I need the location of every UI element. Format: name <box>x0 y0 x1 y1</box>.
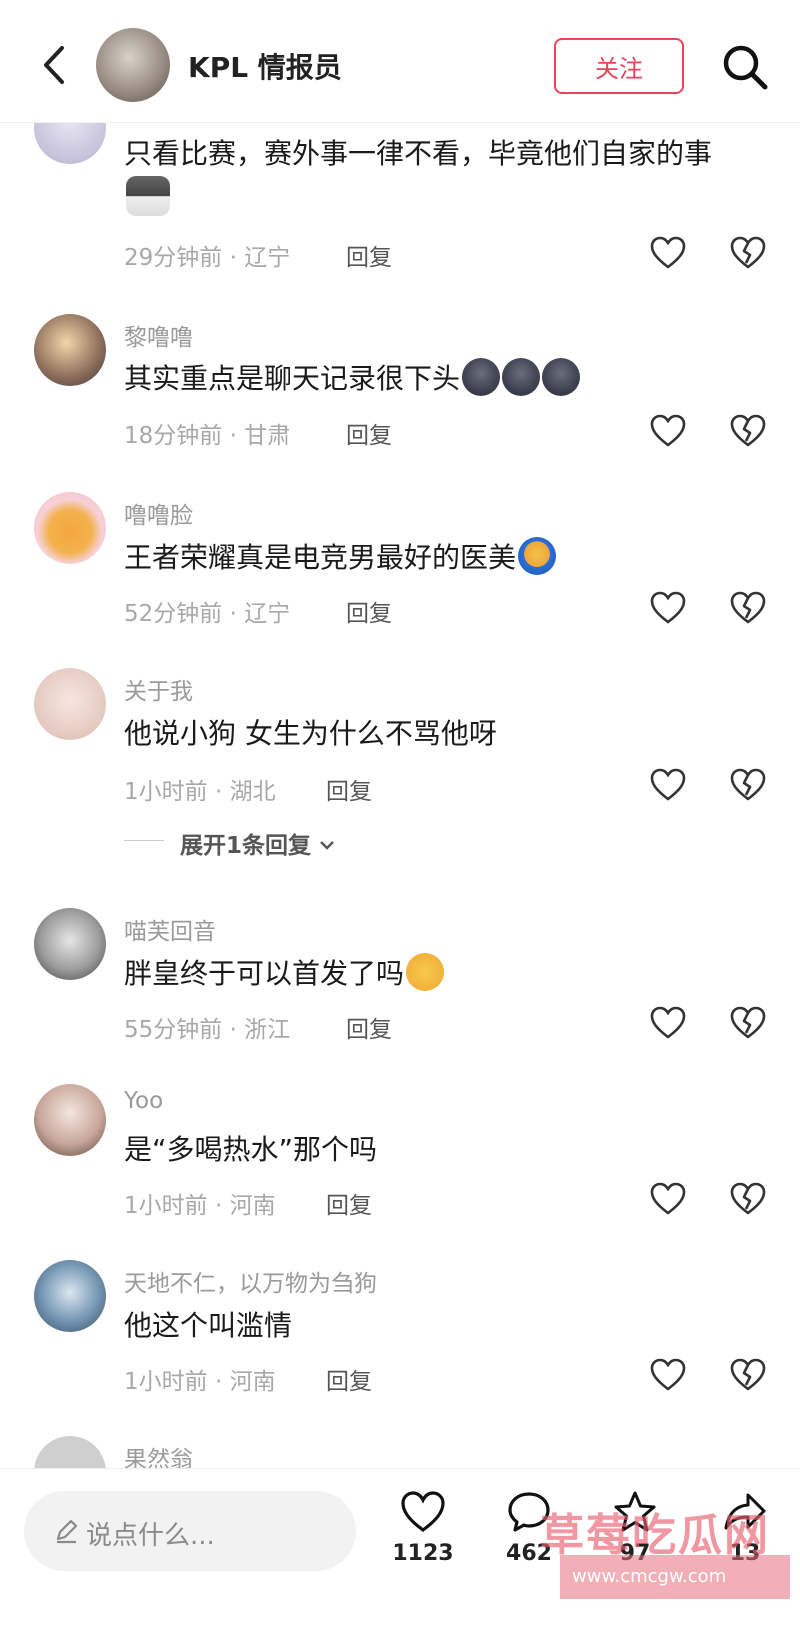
broken-heart-icon[interactable] <box>730 1358 766 1392</box>
commenter-avatar[interactable] <box>34 1260 106 1332</box>
comment-input-placeholder: 说点什么... <box>86 1521 215 1551</box>
heart-icon[interactable] <box>650 1006 686 1040</box>
comment-input[interactable]: 说点什么... <box>24 1491 356 1571</box>
commenter-avatar[interactable] <box>34 314 106 386</box>
chevron-down-icon <box>320 841 334 850</box>
comment-time-location: 1小时前 · 河南 <box>124 1193 276 1219</box>
reply-button[interactable]: 回复 <box>346 594 392 628</box>
comment-text: 王者荣耀真是电竞男最好的医美 <box>124 536 764 580</box>
reply-button[interactable]: 回复 <box>346 1010 392 1044</box>
commenter-avatar[interactable] <box>34 492 106 564</box>
expand-divider <box>124 840 164 841</box>
reply-button[interactable]: 回复 <box>346 416 392 450</box>
reply-button[interactable]: 回复 <box>346 238 392 272</box>
commenter-name[interactable]: 黎噜噜 <box>124 318 193 352</box>
top-bar: KPL 情报员 关注 <box>0 0 800 123</box>
heart-icon[interactable] <box>650 414 686 448</box>
comment-text: 胖皇终于可以首发了吗 <box>124 952 764 996</box>
heart-icon[interactable] <box>650 236 686 270</box>
back-arrow-icon[interactable] <box>36 40 76 90</box>
wolf-emoji-icon <box>126 176 170 216</box>
pencil-icon <box>56 1519 78 1544</box>
comment-time-location: 29分钟前 · 辽宁 <box>124 245 291 271</box>
broken-heart-icon[interactable] <box>730 591 766 625</box>
heart-icon[interactable] <box>650 591 686 625</box>
blue-hair-emoji-icon <box>518 537 557 575</box>
reply-button[interactable]: 回复 <box>326 1186 372 1220</box>
comment-text: 其实重点是聊天记录很下头 <box>124 357 764 401</box>
comment-text: 只看比赛，赛外事一律不看，毕竟他们自家的事 <box>124 132 764 221</box>
broken-heart-icon[interactable] <box>730 1182 766 1216</box>
like-heart-icon[interactable] <box>400 1489 446 1535</box>
watermark-text: 草莓吃瓜网 <box>540 1510 770 1561</box>
comment-text: 他这个叫滥情 <box>124 1309 293 1342</box>
heart-icon[interactable] <box>650 1182 686 1216</box>
heart-icon[interactable] <box>650 1358 686 1392</box>
broken-heart-icon[interactable] <box>730 414 766 448</box>
like-count: 1123 <box>392 1541 454 1566</box>
commenter-avatar[interactable] <box>34 908 106 980</box>
commenter-name[interactable]: 关于我 <box>124 672 193 706</box>
commenter-name[interactable]: 噜噜脸 <box>124 496 193 530</box>
comment-text: 他说小狗 女生为什么不骂他呀 <box>124 717 497 750</box>
commenter-avatar[interactable] <box>34 668 106 740</box>
commenter-avatar[interactable] <box>34 1084 106 1156</box>
broken-heart-icon[interactable] <box>730 768 766 802</box>
dark-face-emoji-icon <box>502 358 541 396</box>
comment-time-location: 52分钟前 · 辽宁 <box>124 601 291 627</box>
search-icon[interactable] <box>720 42 770 92</box>
heart-icon[interactable] <box>650 768 686 802</box>
dark-face-emoji-icon <box>542 358 581 396</box>
author-name[interactable]: KPL 情报员 <box>188 46 342 86</box>
watermark-banner: www.cmcgw.com <box>560 1555 790 1599</box>
reply-button[interactable]: 回复 <box>326 1362 372 1396</box>
bottom-action-bar: 说点什么... 1123 462 97 13 草莓吃瓜网 www.cmcgw.c… <box>0 1468 800 1636</box>
broken-heart-icon[interactable] <box>730 1006 766 1040</box>
broken-heart-icon[interactable] <box>730 236 766 270</box>
author-avatar[interactable] <box>96 28 170 102</box>
commenter-name[interactable]: Yoo <box>124 1088 163 1114</box>
comment-time-location: 18分钟前 · 甘肃 <box>124 423 291 449</box>
commenter-name[interactable]: 天地不仁，以万物为刍狗 <box>124 1264 377 1298</box>
follow-button[interactable]: 关注 <box>554 38 684 94</box>
comment-time-location: 1小时前 · 湖北 <box>124 779 276 805</box>
reply-button[interactable]: 回复 <box>326 772 372 806</box>
comment-time-location: 1小时前 · 河南 <box>124 1369 276 1395</box>
dark-face-emoji-icon <box>462 358 501 396</box>
crying-emoji-icon <box>406 953 445 991</box>
expand-replies-button[interactable]: 展开1条回复 <box>180 826 335 860</box>
commenter-name[interactable]: 喵芙回音 <box>124 912 216 946</box>
comment-text: 是“多喝热水”那个吗 <box>124 1133 378 1166</box>
comment-time-location: 55分钟前 · 浙江 <box>124 1017 291 1043</box>
